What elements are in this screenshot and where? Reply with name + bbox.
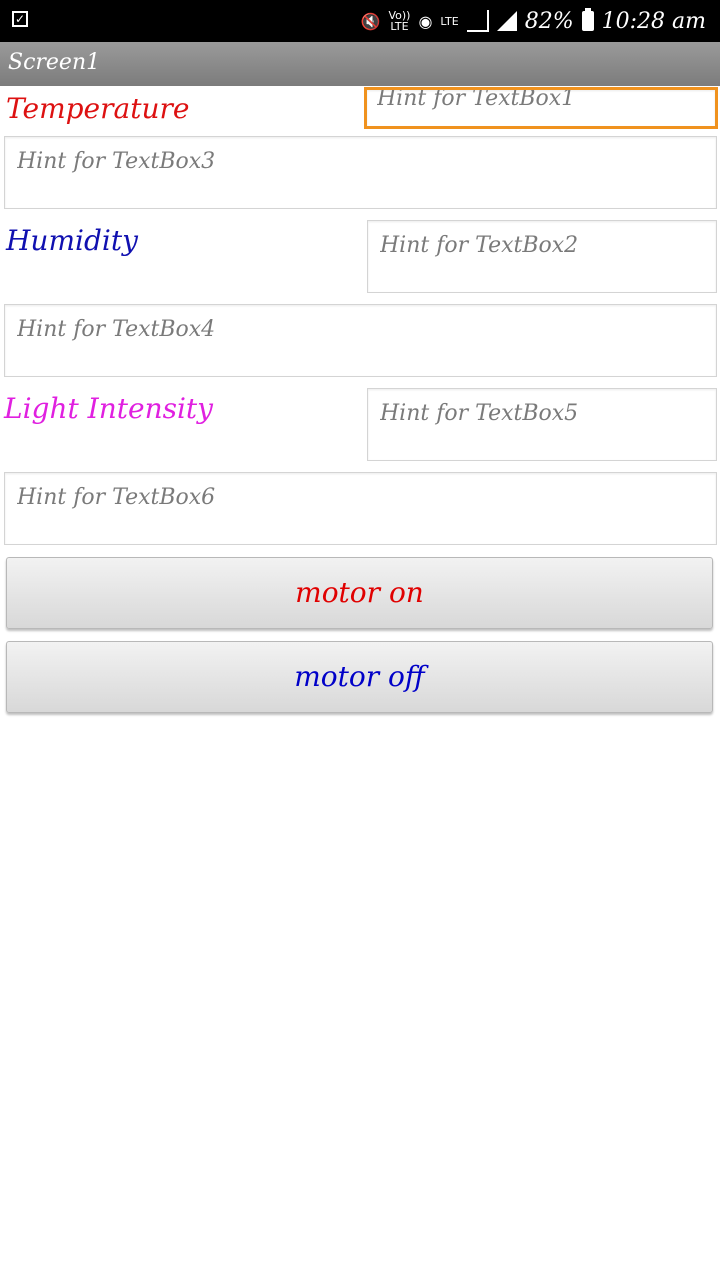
- humidity-label: Humidity: [6, 224, 138, 257]
- textbox1-input[interactable]: [377, 90, 705, 111]
- title-bar: Screen1: [0, 42, 720, 86]
- motor-on-button[interactable]: motor on: [6, 557, 713, 629]
- screen-title: Screen1: [8, 50, 101, 75]
- battery-icon: [581, 8, 594, 31]
- textbox6-input[interactable]: [17, 485, 704, 510]
- volte-icon: Vo)) LTE: [388, 9, 411, 33]
- signal-icon-2: [496, 11, 517, 31]
- lte-indicator: LTE: [440, 14, 459, 28]
- mute-vibrate-icon: 🔇: [360, 11, 381, 31]
- checkbox-notification-icon: ✓: [12, 11, 28, 27]
- textbox1-field[interactable]: [364, 87, 718, 129]
- battery-percent: 82%: [524, 8, 574, 34]
- textbox4-field[interactable]: [4, 304, 717, 377]
- textbox2-input[interactable]: [380, 233, 704, 258]
- textbox4-input[interactable]: [17, 317, 704, 342]
- status-icons: 🔇 Vo)) LTE ◉ LTE 82% 10:28 am: [361, 0, 706, 42]
- textbox5-input[interactable]: [380, 401, 704, 426]
- textbox6-field[interactable]: [4, 472, 717, 545]
- signal-icon: [466, 10, 489, 32]
- light-intensity-label: Light Intensity: [4, 392, 214, 425]
- textbox3-input[interactable]: [17, 149, 704, 174]
- motor-off-button[interactable]: motor off: [6, 641, 713, 713]
- clock: 10:28 am: [601, 8, 706, 34]
- temperature-label: Temperature: [6, 92, 190, 125]
- textbox2-field[interactable]: [367, 220, 717, 293]
- status-bar: ✓ 🔇 Vo)) LTE ◉ LTE 82% 10:28 am: [0, 0, 720, 42]
- textbox5-field[interactable]: [367, 388, 717, 461]
- textbox3-field[interactable]: [4, 136, 717, 209]
- globe-data-icon: ◉: [418, 11, 433, 31]
